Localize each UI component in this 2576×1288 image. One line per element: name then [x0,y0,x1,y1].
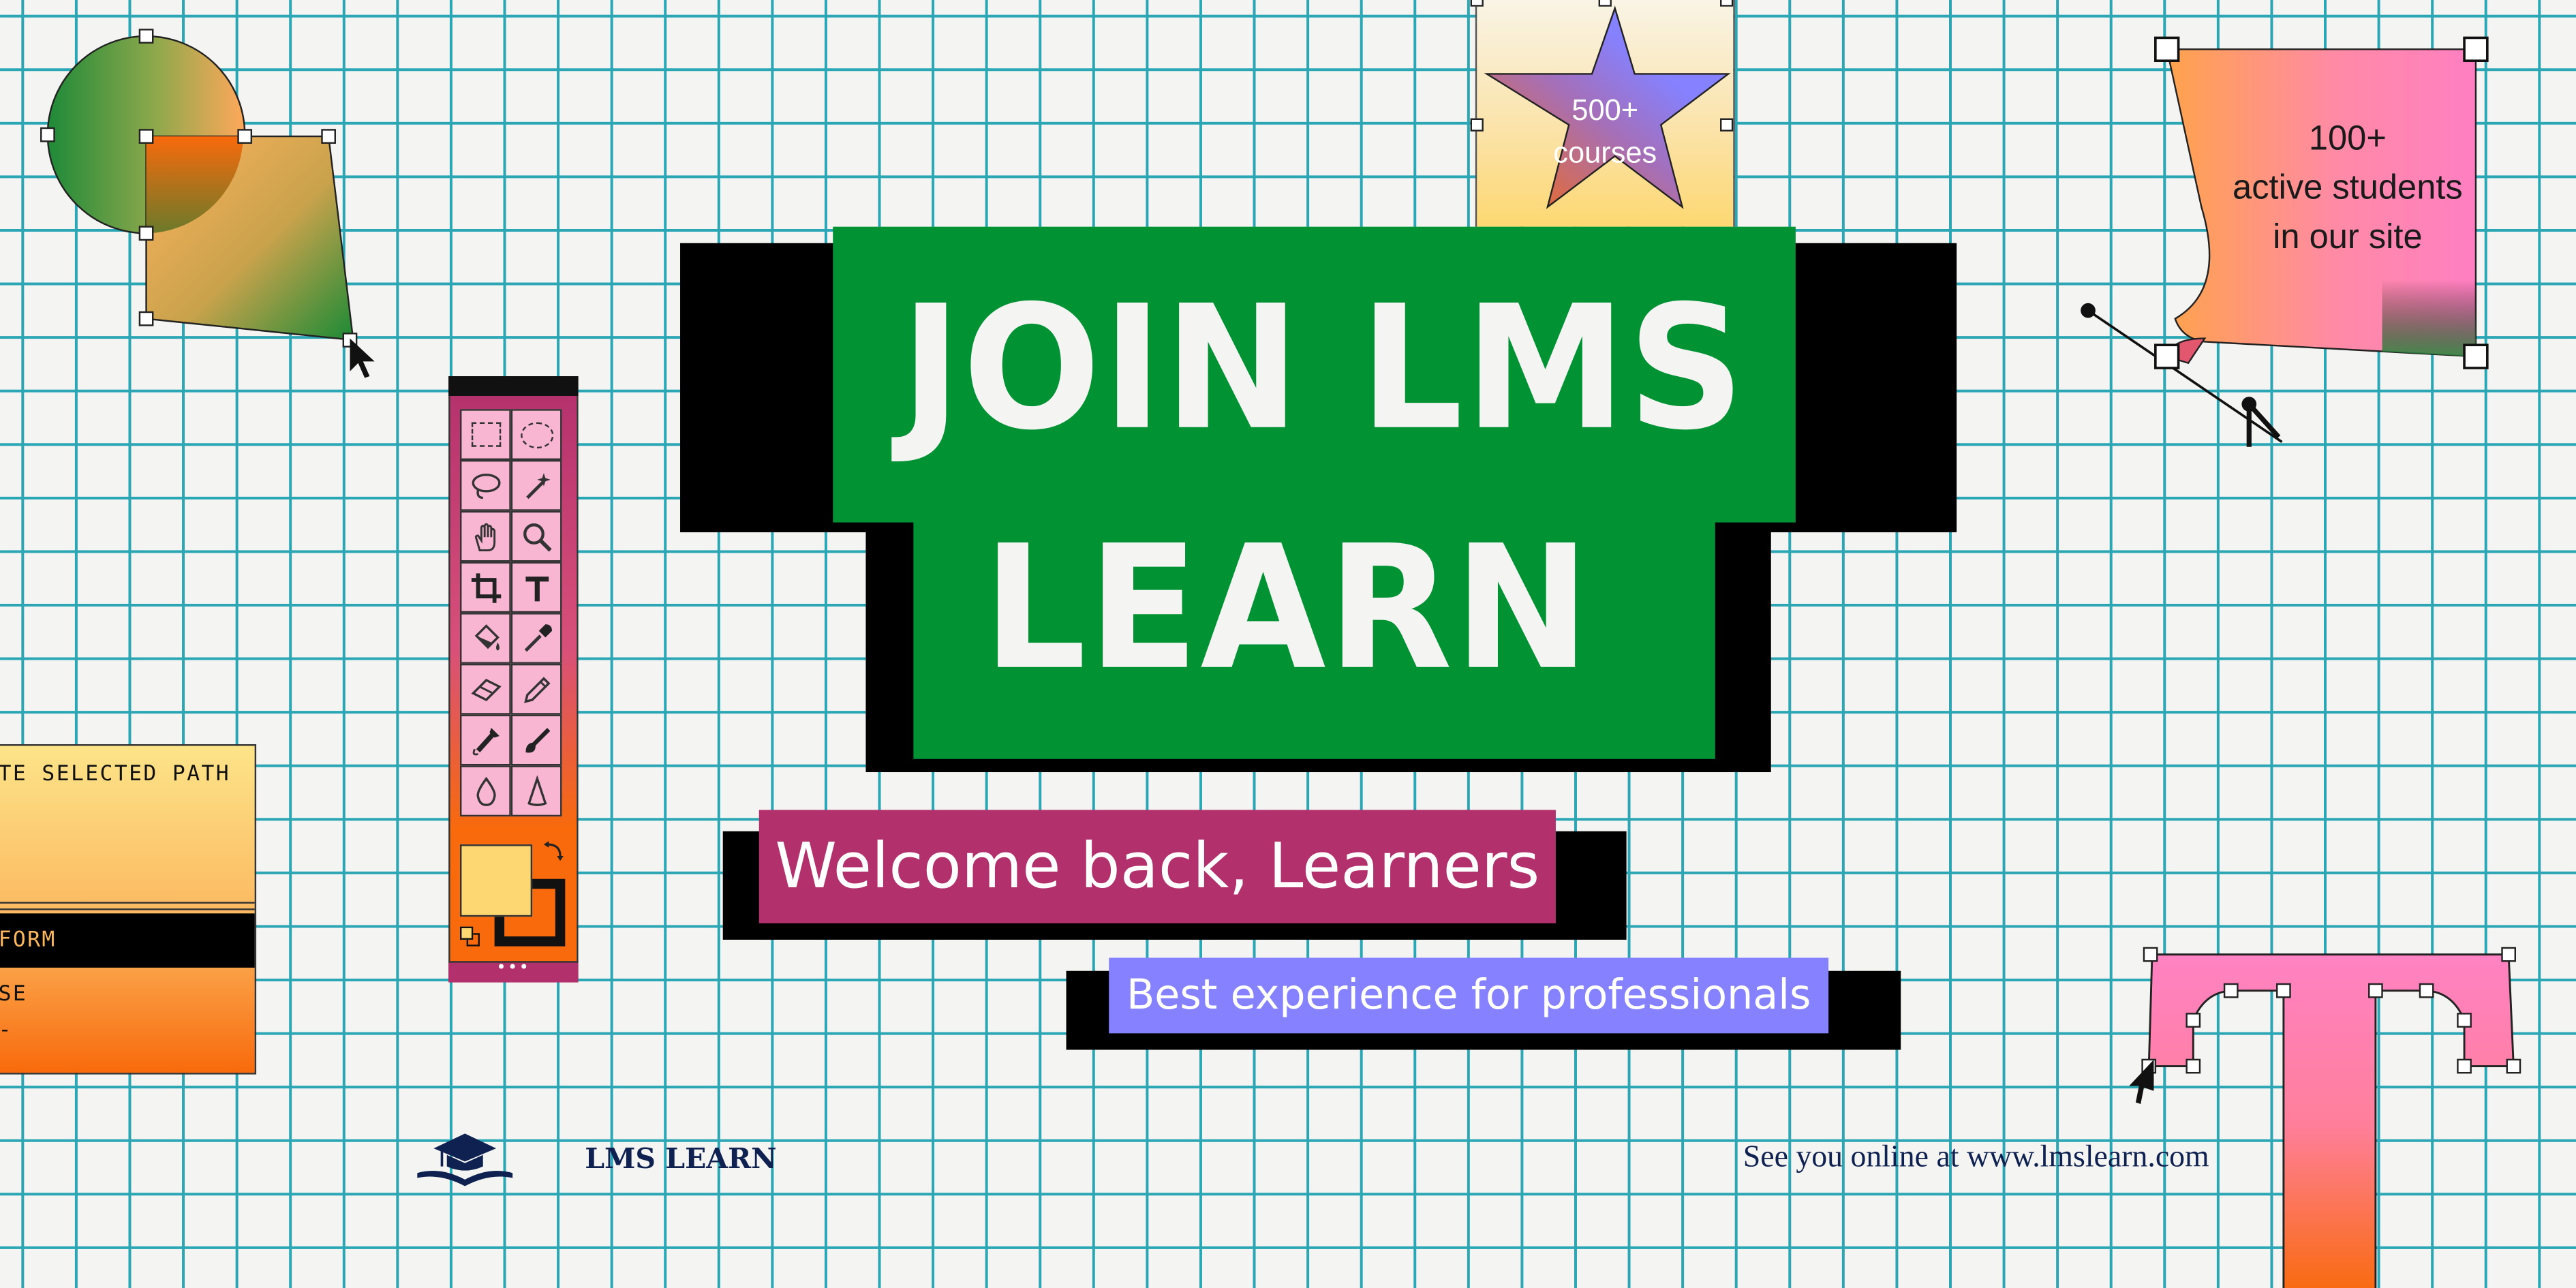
cursor-icon [350,338,375,378]
palette-header[interactable] [448,376,579,396]
hand-icon [474,522,495,551]
drop-icon [476,776,495,806]
menu-item-close[interactable]: SE [0,983,27,1007]
lasso-tool[interactable] [459,459,511,511]
rect-select-icon [470,422,501,447]
magic-wand-icon [525,472,550,498]
foreground-color-swatch[interactable] [459,844,533,917]
context-menu: TE SELECTED PATH FORM SE - [0,744,257,1075]
headline-line-1: JOIN LMS [900,267,1747,469]
swap-colors-icon[interactable] [542,838,566,869]
pencil-tool[interactable] [510,663,562,715]
selection-handle[interactable] [1470,0,1484,7]
brush-icon [525,726,550,752]
type-tool[interactable] [510,562,562,613]
healing-tool[interactable] [459,714,511,766]
selection-handle[interactable] [1598,0,1612,7]
palette-more-icon[interactable]: ••• [450,956,577,983]
headline-line-2: LEARN [983,507,1592,709]
eraser-tool[interactable] [459,663,511,715]
magic-wand-tool[interactable] [510,459,562,511]
shapes-group-top-left[interactable] [33,23,394,384]
eyedropper-tool[interactable] [510,613,562,664]
brand-name: LMS LEARN [585,1143,777,1177]
flag-badge-label-2: in our site [2273,218,2423,257]
ellipse-select-tool[interactable] [510,409,562,460]
zoom-tool[interactable] [510,510,562,562]
cursor-icon [2129,1059,2154,1104]
sharpen-tool[interactable] [510,765,562,817]
menu-item-create-selected-path[interactable]: TE SELECTED PATH [0,763,230,787]
flag-badge-count: 100+ [2308,119,2387,158]
tagline-text: Best experience for professionals [1126,970,1811,1019]
ellipse-select-icon [519,421,553,448]
crop-icon [470,572,501,602]
triangle-icon [526,774,547,806]
menu-item-highlighted[interactable]: FORM [0,913,255,968]
paint-bucket-icon [474,623,499,650]
default-colors-icon[interactable] [459,926,480,947]
rect-select-tool[interactable] [459,409,511,460]
t-letter-shape[interactable] [2136,943,2530,1288]
tools-palette: ••• [448,376,579,983]
star-badge[interactable]: 500+ courses [1470,0,1735,227]
menu-divider [0,902,255,910]
lasso-icon [471,472,500,498]
footer-text: See you online at www.lmslearn.com [1743,1140,2209,1175]
eyedropper-icon [523,623,551,651]
welcome-text: Welcome back, Learners [775,829,1540,902]
magnifier-icon [522,522,551,551]
hand-tool[interactable] [459,510,511,562]
menu-item-extra[interactable]: - [0,1019,13,1043]
pencil-icon [523,676,550,703]
star-badge-label: courses [1553,136,1657,170]
canvas: 500+ courses 100+ active students in our… [0,0,2576,1288]
selection-handle[interactable] [1720,0,1734,7]
blur-tool[interactable] [459,765,511,817]
eraser-icon [470,677,501,701]
graduation-cap-icon [417,1133,513,1186]
paint-bucket-tool[interactable] [459,613,511,664]
star-badge-count: 500+ [1571,93,1639,127]
healing-brush-icon [472,726,499,755]
brush-tool[interactable] [510,714,562,766]
flag-badge-label-1: active students [2233,169,2463,207]
crop-tool[interactable] [459,562,511,613]
menu-item-free-transform: FORM [0,928,57,953]
text-icon [525,575,548,601]
